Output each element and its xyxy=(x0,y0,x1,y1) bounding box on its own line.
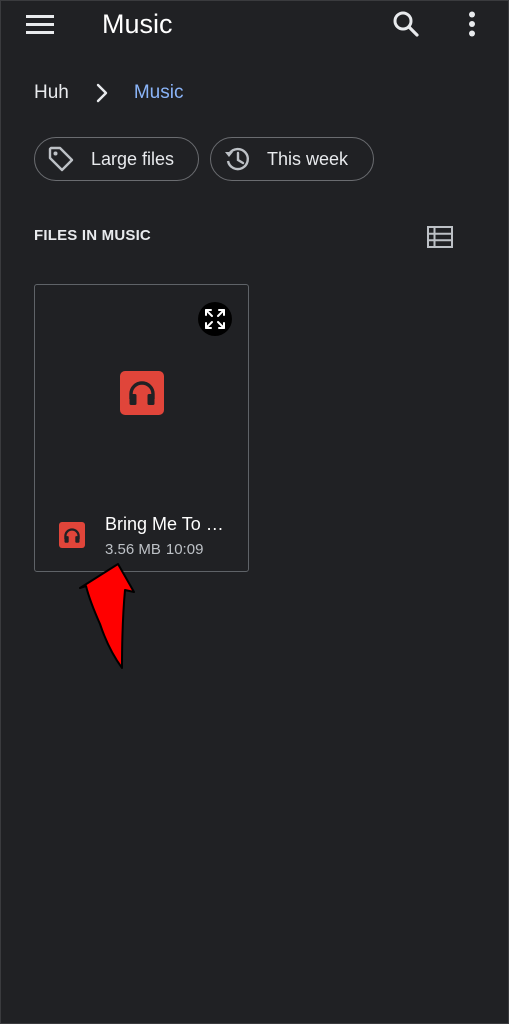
more-options-button[interactable] xyxy=(452,4,492,44)
expand-preview-button[interactable] xyxy=(198,302,232,336)
fullscreen-icon xyxy=(205,309,225,329)
list-view-toggle[interactable] xyxy=(424,221,456,253)
chip-large-files[interactable]: Large files xyxy=(34,137,199,181)
chevron-right-icon xyxy=(90,81,114,105)
file-time: 10:09 xyxy=(165,541,204,558)
breadcrumb-root[interactable]: Huh xyxy=(34,82,69,104)
file-meta: 3.56 MB 10:09 xyxy=(105,541,203,558)
breadcrumb-current[interactable]: Music xyxy=(134,82,184,104)
file-card[interactable]: Bring Me To … 3.56 MB 10:09 xyxy=(34,284,249,572)
menu-button[interactable] xyxy=(20,6,60,42)
file-type-badge xyxy=(59,522,85,548)
file-name: Bring Me To … xyxy=(105,514,224,534)
history-icon xyxy=(223,145,251,173)
page-title: Music xyxy=(102,9,173,39)
headphones-icon xyxy=(64,527,80,543)
red-arrow-annotation xyxy=(79,563,135,669)
app-bar: Music xyxy=(0,0,509,50)
chip-label: Large files xyxy=(91,148,175,169)
list-view-icon xyxy=(427,226,453,248)
search-button[interactable] xyxy=(386,4,426,44)
audio-thumbnail xyxy=(120,371,164,415)
headphones-icon xyxy=(129,381,155,405)
tag-icon xyxy=(47,145,75,173)
breadcrumb: Huh Music xyxy=(34,78,183,108)
chip-label: This week xyxy=(267,148,349,169)
chip-this-week[interactable]: This week xyxy=(210,137,374,181)
section-title: FILES IN MUSIC xyxy=(34,227,151,244)
more-vert-icon xyxy=(469,11,475,37)
file-size: 3.56 MB xyxy=(105,541,161,558)
search-icon xyxy=(393,11,419,37)
menu-icon xyxy=(26,15,54,34)
